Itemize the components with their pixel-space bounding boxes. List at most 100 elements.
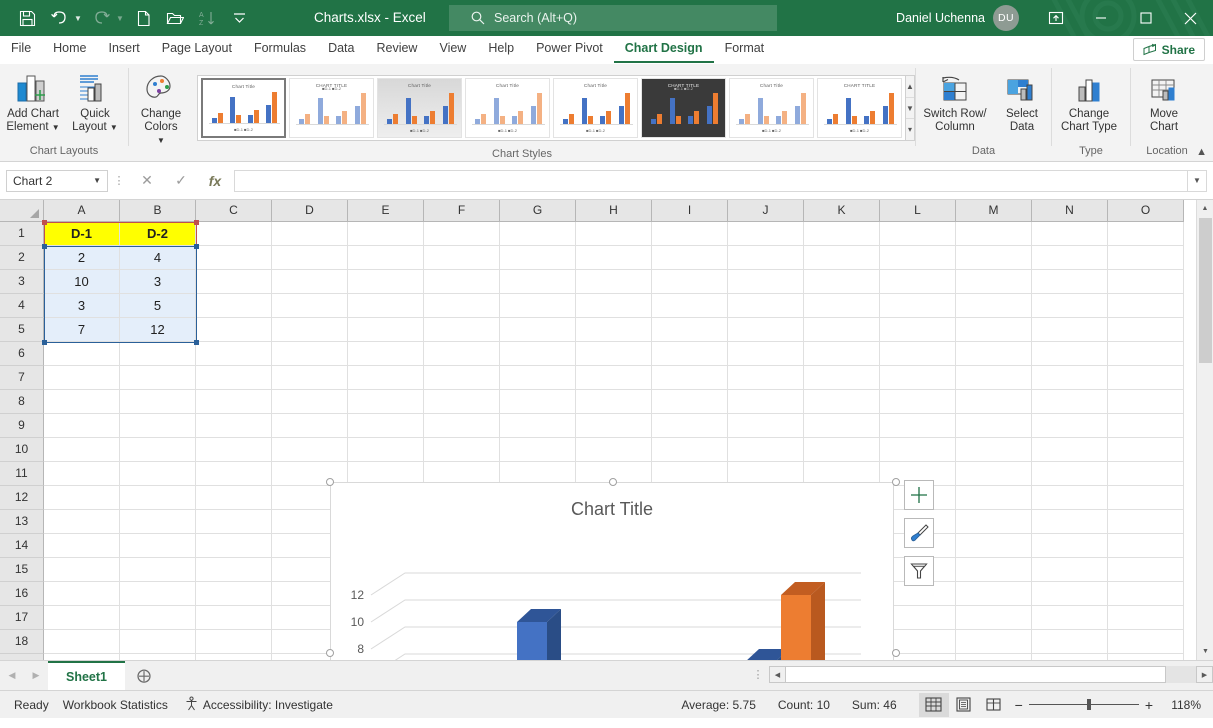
cell[interactable] xyxy=(1032,606,1108,630)
cell[interactable] xyxy=(44,630,120,654)
cell-d2[interactable] xyxy=(272,246,348,270)
row-header[interactable]: 12 xyxy=(0,486,44,510)
cell[interactable] xyxy=(44,414,120,438)
cell[interactable] xyxy=(500,342,576,366)
chart-style-thumbnail[interactable]: Chart Title ■D-1 ■D-2 xyxy=(465,78,550,138)
previous-sheet-icon[interactable]: ◀ xyxy=(0,670,24,681)
cell[interactable] xyxy=(956,582,1032,606)
row-header[interactable]: 1 xyxy=(0,222,44,246)
cell[interactable] xyxy=(880,438,956,462)
cell-i2[interactable] xyxy=(652,246,728,270)
name-box-dropdown-icon[interactable]: ▼ xyxy=(93,176,101,185)
row-header[interactable]: 2 xyxy=(0,246,44,270)
cell-d1[interactable] xyxy=(272,222,348,246)
select-data-button[interactable]: SelectData xyxy=(994,69,1050,134)
table-row[interactable]: 2 4 xyxy=(44,246,1196,270)
cell-m5[interactable] xyxy=(956,318,1032,342)
cell[interactable] xyxy=(120,390,196,414)
gallery-scroll-arrows[interactable]: ▲ ▼ ▾ xyxy=(906,75,915,141)
column-header-row[interactable]: A B C D E F G H I J K L M N O xyxy=(0,200,1184,222)
cell-o3[interactable] xyxy=(1108,270,1184,294)
cell-o2[interactable] xyxy=(1108,246,1184,270)
formula-input[interactable] xyxy=(234,170,1187,192)
chart-style-thumbnail[interactable]: Chart Title ■D-1 ■D-2 xyxy=(729,78,814,138)
cell[interactable] xyxy=(196,366,272,390)
cell[interactable] xyxy=(956,606,1032,630)
gallery-more-icon[interactable]: ▾ xyxy=(906,119,914,140)
customize-qat-icon[interactable] xyxy=(224,5,254,31)
cell[interactable] xyxy=(576,390,652,414)
cell-g2[interactable] xyxy=(500,246,576,270)
tab-home[interactable]: Home xyxy=(42,35,97,63)
cell[interactable] xyxy=(348,390,424,414)
cell-n5[interactable] xyxy=(1032,318,1108,342)
cell[interactable] xyxy=(880,390,956,414)
chart-styles-gallery[interactable]: Chart Title ■D-1 ■D-2 CHART TITLE ■D-1 ■… xyxy=(197,75,906,141)
cell[interactable] xyxy=(1032,582,1108,606)
column-header-g[interactable]: G xyxy=(500,200,576,222)
zoom-out-button[interactable]: − xyxy=(1015,697,1023,713)
share-button[interactable]: Share xyxy=(1133,38,1205,61)
column-header-n[interactable]: N xyxy=(1032,200,1108,222)
cell[interactable] xyxy=(120,582,196,606)
cell-i1[interactable] xyxy=(652,222,728,246)
cell-d5[interactable] xyxy=(272,318,348,342)
cell-c1[interactable] xyxy=(196,222,272,246)
gallery-scroll-up-icon[interactable]: ▲ xyxy=(906,76,914,98)
cell-b4[interactable]: 5 xyxy=(120,294,196,318)
page-break-preview-button[interactable] xyxy=(979,693,1009,717)
cell[interactable] xyxy=(956,390,1032,414)
table-row[interactable]: D-1 D-2 xyxy=(44,222,1196,246)
cell[interactable] xyxy=(424,390,500,414)
cell-o5[interactable] xyxy=(1108,318,1184,342)
zoom-slider[interactable]: − + xyxy=(1015,697,1153,713)
chart-plot-area[interactable]: 0 2 4 6 8 10 12 xyxy=(331,529,895,660)
cell-a1[interactable]: D-1 xyxy=(44,222,120,246)
column-header-l[interactable]: L xyxy=(880,200,956,222)
cell[interactable] xyxy=(728,414,804,438)
row-header[interactable]: 14 xyxy=(0,534,44,558)
cell-g3[interactable] xyxy=(500,270,576,294)
cell-b1[interactable]: D-2 xyxy=(120,222,196,246)
column-header-i[interactable]: I xyxy=(652,200,728,222)
tab-data[interactable]: Data xyxy=(317,35,365,63)
scroll-left-icon[interactable]: ◀ xyxy=(769,666,786,683)
cell[interactable] xyxy=(44,486,120,510)
sheet-tab-sheet1[interactable]: Sheet1 xyxy=(48,661,125,691)
row-header[interactable]: 10 xyxy=(0,438,44,462)
cell-a5[interactable]: 7 xyxy=(44,318,120,342)
cell[interactable] xyxy=(120,510,196,534)
cell[interactable] xyxy=(120,366,196,390)
sheet-tab-bar[interactable]: ◀ ▶ Sheet1 ⨁ ⋮ ◀ ▶ xyxy=(0,660,1213,690)
cell[interactable] xyxy=(1032,342,1108,366)
cell[interactable] xyxy=(120,462,196,486)
tab-help[interactable]: Help xyxy=(477,35,525,63)
cell[interactable] xyxy=(1032,630,1108,654)
cell[interactable] xyxy=(120,534,196,558)
cell[interactable] xyxy=(120,606,196,630)
cell-h5[interactable] xyxy=(576,318,652,342)
column-header-b[interactable]: B xyxy=(120,200,196,222)
row-header[interactable]: 18 xyxy=(0,630,44,654)
row-header[interactable]: 16 xyxy=(0,582,44,606)
column-header-o[interactable]: O xyxy=(1108,200,1184,222)
add-chart-element-button[interactable]: Add ChartElement ▼ xyxy=(0,69,66,134)
cell[interactable] xyxy=(44,534,120,558)
cell[interactable] xyxy=(424,414,500,438)
chart-style-thumbnail[interactable]: CHART TITLE ■D-1 ■D-2 xyxy=(289,78,374,138)
column-header-h[interactable]: H xyxy=(576,200,652,222)
cell[interactable] xyxy=(1108,414,1184,438)
switch-row-column-button[interactable]: Switch Row/Column xyxy=(916,69,994,134)
cell[interactable] xyxy=(880,342,956,366)
row-header[interactable]: 11 xyxy=(0,462,44,486)
cell[interactable] xyxy=(1108,630,1184,654)
resize-handle-n[interactable] xyxy=(609,478,617,486)
tab-page-layout[interactable]: Page Layout xyxy=(151,35,243,63)
account-name[interactable]: Daniel Uchenna xyxy=(896,11,985,25)
resize-handle-nw[interactable] xyxy=(326,478,334,486)
horizontal-scroll-track[interactable] xyxy=(1166,666,1196,683)
cell[interactable] xyxy=(728,366,804,390)
cell[interactable] xyxy=(196,462,272,486)
cell[interactable] xyxy=(120,438,196,462)
cell-b5[interactable]: 12 xyxy=(120,318,196,342)
